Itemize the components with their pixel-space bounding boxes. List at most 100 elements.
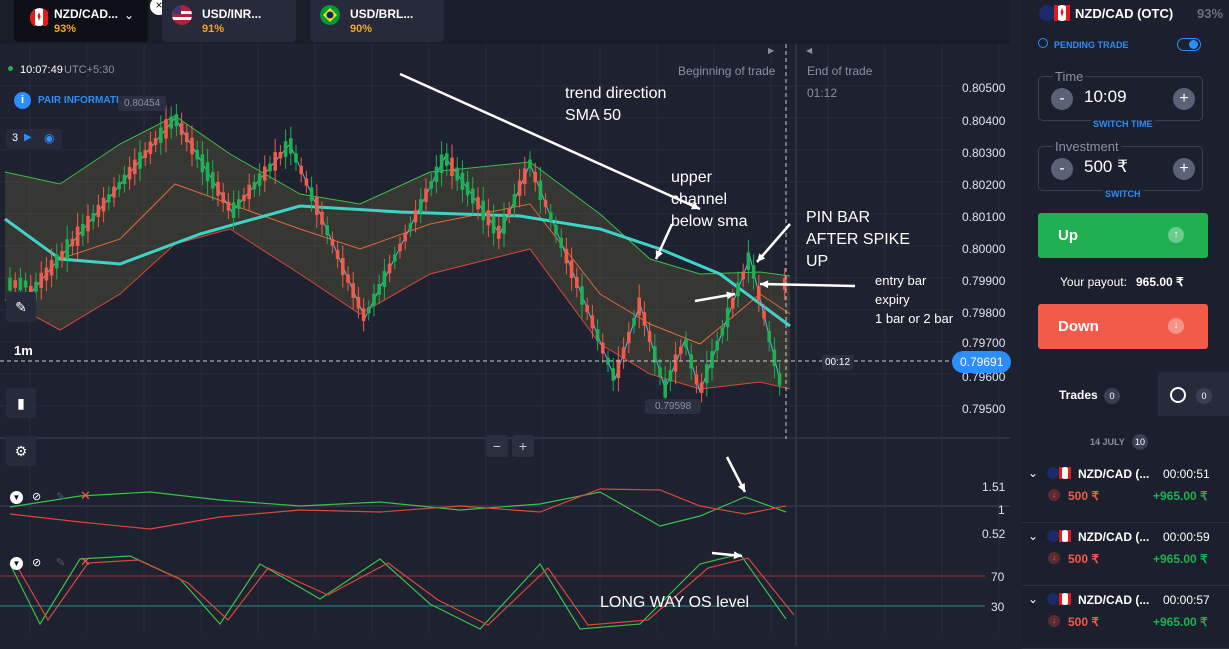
candle-body [590, 315, 595, 329]
candle-body [668, 370, 673, 382]
edit-icon[interactable]: ✎ [56, 556, 65, 569]
candle-body [684, 339, 688, 348]
candle-body [720, 327, 725, 336]
trades-tab-label: Trades [1059, 388, 1098, 402]
trade-row[interactable]: ⌄ NZD/CAD (... 00:00:59 ↓ 500 ₹ +965.00 … [1022, 523, 1229, 586]
edit-icon[interactable]: ✎ [56, 490, 65, 503]
candle-body [268, 163, 272, 172]
candle-body [325, 225, 329, 236]
trade-row[interactable]: ⌄ NZD/CAD (... 00:00:57 ↓ 500 ₹ +965.00 … [1022, 586, 1229, 649]
trade-amount: 500 ₹ [1068, 552, 1099, 566]
candle-body [595, 329, 600, 341]
trades-tab[interactable]: Trades 0 [1022, 372, 1158, 416]
candle-body [237, 199, 241, 209]
price-chart[interactable] [0, 44, 1010, 646]
collapse-icon[interactable]: ▼ [10, 557, 23, 570]
arrow-up-icon: ↑ [1168, 227, 1184, 243]
pending-trade-toggle[interactable] [1177, 38, 1201, 51]
payout-label: Your payout: [1060, 275, 1127, 289]
tab-usd-brl[interactable]: USD/BRL... 90% [310, 0, 444, 42]
trades-panel: Trades 0 0 14 JULY 10 ⌄ NZD/CAD (... 00:… [1022, 372, 1229, 649]
eye-icon[interactable]: ◉ [44, 131, 54, 145]
investment-minus-button[interactable]: - [1051, 158, 1073, 180]
candle-body [491, 216, 496, 234]
timeframe-button[interactable]: 1m [14, 343, 33, 358]
candle-body [190, 137, 194, 155]
candle-body [169, 116, 173, 129]
switch-link[interactable]: SWITCH [1103, 189, 1143, 199]
candle-body [320, 211, 324, 225]
tab-payout: 91% [202, 23, 225, 35]
switch-time-link[interactable]: SWITCH TIME [1091, 119, 1155, 129]
down-label: Down [1058, 318, 1099, 335]
candle-body [299, 165, 303, 175]
candle-body [200, 154, 205, 173]
hide-eye-icon[interactable]: ⊘ [32, 490, 41, 503]
remove-icon[interactable]: ✕ [80, 554, 91, 570]
time-value[interactable]: 10:09 [1084, 87, 1127, 107]
candle-body [153, 138, 158, 145]
candle-body [138, 152, 142, 169]
pair-flags-icon [1046, 592, 1072, 611]
drawing-tool-button[interactable]: ✎ [6, 292, 36, 322]
candle-body [341, 257, 345, 276]
down-button[interactable]: Down ↓ [1038, 304, 1208, 349]
nzd-cad-flag-icon [30, 8, 50, 28]
hide-eye-icon[interactable]: ⊘ [32, 556, 41, 569]
candle-body [351, 283, 355, 298]
chevron-down-icon[interactable]: ⌄ [1028, 529, 1038, 543]
chevron-down-icon[interactable]: ⌄ [124, 8, 134, 22]
candle-body [117, 182, 121, 190]
collapse-icon[interactable]: ▼ [10, 491, 23, 504]
candle-body [127, 166, 132, 180]
candle-body [439, 154, 444, 174]
chevron-down-icon[interactable]: ⌄ [1028, 592, 1038, 606]
trade-countdown: 01:12 [807, 86, 838, 100]
indicators-button[interactable]: ⚙ [6, 436, 36, 466]
candle-body [575, 276, 579, 288]
zoom-out-button[interactable]: − [486, 435, 508, 457]
candle-body [221, 192, 225, 203]
candle-body [75, 226, 80, 246]
candle-body [34, 281, 38, 292]
tab-nzd-cad[interactable]: NZD/CAD... 93% ⌄ × [14, 0, 168, 42]
up-button[interactable]: Up ↑ [1038, 213, 1208, 258]
chart-area[interactable]: 10:07:49 UTC+5:30 i PAIR INFORMATION 0.8… [0, 44, 1012, 646]
info-icon: i [14, 92, 31, 109]
history-tab[interactable]: 0 [1158, 372, 1229, 416]
candle-body [398, 243, 402, 252]
tab-usd-inr[interactable]: USD/INR... 91% [162, 0, 296, 42]
candle-body [86, 215, 90, 232]
candle-body [205, 162, 210, 182]
chevron-down-icon[interactable]: ⌄ [1028, 466, 1038, 480]
candle-body [715, 340, 719, 351]
candle-body [637, 297, 641, 316]
trade-row[interactable]: ⌄ NZD/CAD (... 00:00:51 ↓ 500 ₹ +965.00 … [1022, 460, 1229, 523]
candle-body [481, 200, 485, 221]
oscillator1-axis-label: 1.51 [982, 480, 1006, 494]
candle-body [289, 138, 293, 154]
investment-plus-button[interactable]: + [1173, 158, 1195, 180]
indicator-counter[interactable]: 3 ▶ ◉ [6, 129, 62, 149]
candle-body [377, 284, 381, 295]
time-plus-button[interactable]: + [1173, 88, 1195, 110]
time-minus-button[interactable]: - [1051, 88, 1073, 110]
zoom-in-button[interactable]: + [512, 435, 534, 457]
candle-body [263, 166, 267, 181]
candle-body [445, 153, 449, 166]
tab-label: USD/BRL... [350, 7, 414, 21]
annotation-pin-bar: PIN BAR AFTER SPIKE UP [806, 209, 911, 270]
candle-body [283, 141, 288, 158]
trade-profit: +965.00 ₹ [1153, 552, 1208, 566]
investment-value[interactable]: 500 ₹ [1084, 157, 1128, 177]
candle-body [346, 274, 350, 283]
remove-icon[interactable]: ✕ [80, 488, 91, 504]
candle-body [471, 188, 475, 204]
candle-body [23, 280, 28, 288]
candles-icon: ▮ [17, 395, 25, 411]
arrow-down-icon: ↓ [1168, 318, 1184, 334]
chart-type-button[interactable]: ▮ [6, 388, 36, 418]
price-axis-label: 0.80200 [962, 178, 1006, 192]
candle-body [367, 307, 371, 314]
price-axis-label: 0.80000 [962, 242, 1006, 256]
